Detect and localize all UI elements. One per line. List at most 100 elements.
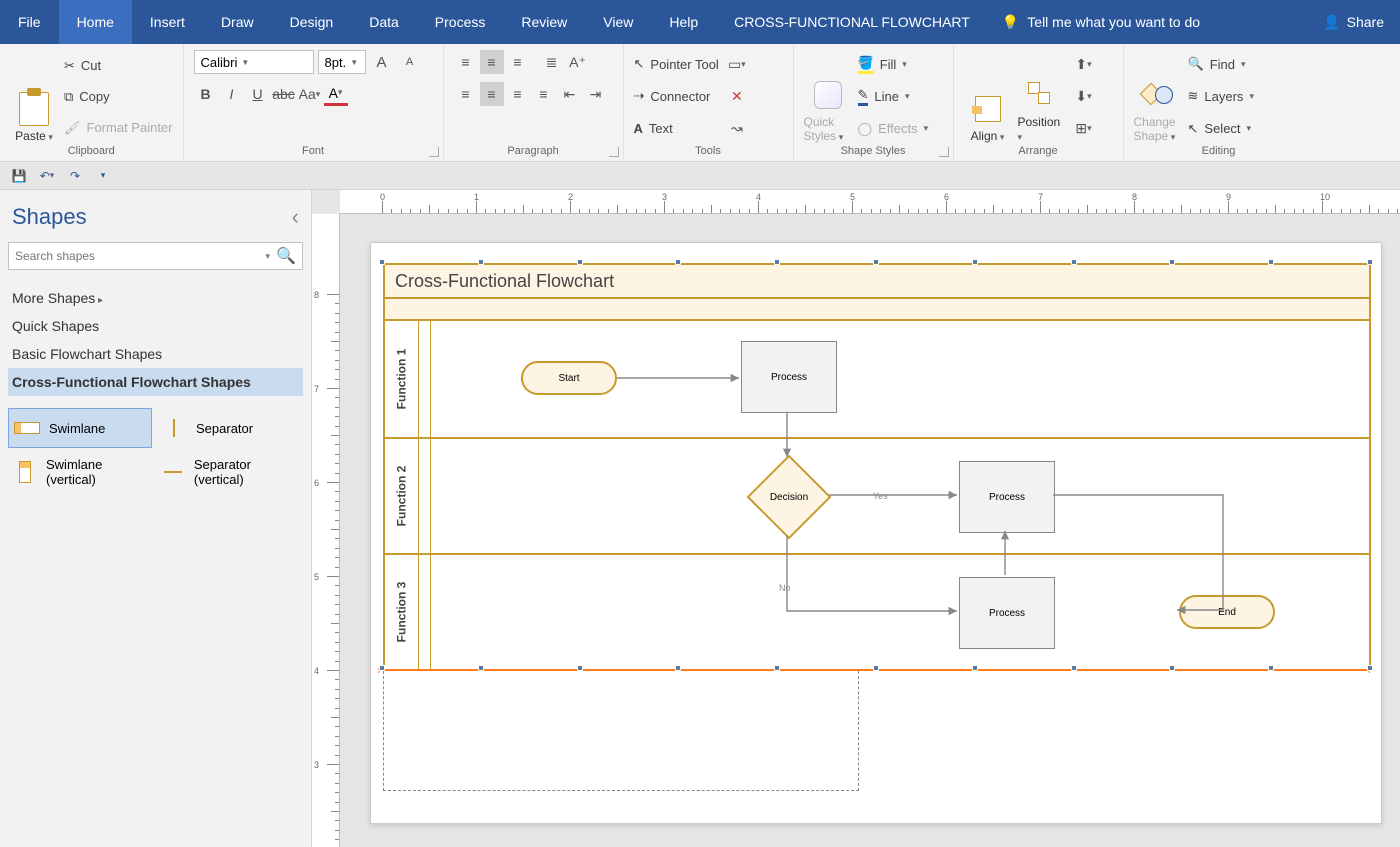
phase-bar[interactable] (383, 299, 1371, 321)
decrease-indent-button[interactable]: ⇤ (558, 82, 582, 106)
selection-handle[interactable] (1071, 665, 1077, 671)
drawing-canvas[interactable]: 012345678910 876543 Cross-Functional Flo… (312, 190, 1400, 847)
send-back-button[interactable]: ⬇ (1072, 84, 1096, 108)
align-button[interactable]: Align (964, 50, 1012, 143)
basic-flowchart-item[interactable]: Basic Flowchart Shapes (8, 340, 303, 368)
fill-button[interactable]: 🪣Fill (858, 52, 929, 76)
cross-functional-item[interactable]: Cross-Functional Flowchart Shapes (8, 368, 303, 396)
lane-3[interactable]: Function 3 Process End No (385, 553, 1369, 669)
find-button[interactable]: 🔍Find (1188, 52, 1254, 76)
align-bottom-button[interactable]: ≡ (506, 50, 530, 74)
qat-customize-button[interactable]: ▾ (94, 167, 112, 185)
font-name-select[interactable]: Calibri▼ (194, 50, 314, 74)
share-button[interactable]: 👤 Share (1307, 0, 1400, 44)
shape-process-2[interactable]: Process (959, 461, 1055, 533)
tab-view[interactable]: View (585, 0, 651, 44)
copy-button[interactable]: ⧉Copy (64, 85, 173, 109)
stencil-separator[interactable]: Separator (156, 408, 300, 448)
paragraph-dialog-launcher[interactable] (609, 147, 619, 157)
grow-font-button[interactable]: A (370, 50, 394, 74)
tab-home[interactable]: Home (59, 0, 132, 44)
selection-handle[interactable] (873, 259, 879, 265)
align-middle-button[interactable]: ≡ (480, 50, 504, 74)
selection-handle[interactable] (379, 665, 385, 671)
selection-handle[interactable] (774, 665, 780, 671)
bullets-button[interactable]: ≣ (540, 50, 564, 74)
superscript-button[interactable]: A⁺ (566, 50, 590, 74)
bold-button[interactable]: B (194, 82, 218, 106)
justify-button[interactable]: ≡ (532, 82, 556, 106)
contextual-tab[interactable]: CROSS-FUNCTIONAL FLOWCHART (716, 0, 988, 44)
redo-button[interactable]: ↷ (66, 167, 84, 185)
align-right-button[interactable]: ≡ (506, 82, 530, 106)
stencil-swimlane-vertical[interactable]: Swimlane (vertical) (8, 452, 152, 492)
shape-start[interactable]: Start (521, 361, 617, 395)
change-shape-button[interactable]: Change Shape (1134, 50, 1182, 143)
position-button[interactable]: Position (1018, 50, 1066, 143)
drawing-page[interactable]: Cross-Functional Flowchart Function 1 St… (370, 242, 1382, 824)
search-icon[interactable]: 🔍 (270, 246, 296, 266)
selection-handle[interactable] (478, 259, 484, 265)
swimlane-title[interactable]: Cross-Functional Flowchart (383, 263, 1371, 299)
save-button[interactable]: 💾 (10, 167, 28, 185)
selection-handle[interactable] (675, 259, 681, 265)
selection-handle[interactable] (972, 259, 978, 265)
selection-handle[interactable] (1268, 259, 1274, 265)
tab-file[interactable]: File (0, 0, 59, 44)
freeform-tool-button[interactable]: ↝ (725, 117, 749, 141)
selection-handle[interactable] (675, 665, 681, 671)
align-center-button[interactable]: ≡ (480, 82, 504, 106)
shape-end[interactable]: End (1179, 595, 1275, 629)
selection-handle[interactable] (577, 665, 583, 671)
pointer-tool-button[interactable]: ↖Pointer Tool (634, 52, 719, 76)
more-shapes-item[interactable]: More Shapes (8, 284, 303, 312)
tell-me-search[interactable]: 💡 Tell me what you want to do (988, 0, 1214, 44)
tab-draw[interactable]: Draw (203, 0, 272, 44)
shape-process-1[interactable]: Process (741, 341, 837, 413)
case-button[interactable]: Aa (298, 82, 322, 106)
search-shapes-input[interactable]: Search shapes ▾ 🔍 (8, 242, 303, 270)
selection-handle[interactable] (1268, 665, 1274, 671)
connection-point-button[interactable]: ✕ (725, 84, 749, 108)
selection-handle[interactable] (1169, 665, 1175, 671)
group-button[interactable]: ⊞ (1072, 117, 1096, 141)
stencil-separator-vertical[interactable]: Separator (vertical) (156, 452, 300, 492)
tab-help[interactable]: Help (651, 0, 716, 44)
stencil-swimlane[interactable]: Swimlane (8, 408, 152, 448)
tab-data[interactable]: Data (351, 0, 417, 44)
collapse-panel-button[interactable]: ‹ (292, 204, 299, 230)
cut-button[interactable]: ✂Cut (64, 54, 173, 78)
undo-button[interactable]: ↶ (38, 167, 56, 185)
paste-button[interactable]: Paste (10, 50, 58, 143)
text-tool-button[interactable]: AText (634, 117, 719, 141)
swimlane-container[interactable]: Cross-Functional Flowchart Function 1 St… (383, 263, 1371, 671)
font-size-select[interactable]: 8pt.▼ (318, 50, 366, 74)
effects-button[interactable]: ◯Effects (858, 117, 929, 141)
selection-handle[interactable] (972, 665, 978, 671)
quick-styles-button[interactable]: Quick Styles (804, 50, 852, 143)
layers-button[interactable]: ≋Layers (1188, 84, 1254, 108)
font-dialog-launcher[interactable] (429, 147, 439, 157)
strike-button[interactable]: abc (272, 82, 296, 106)
selection-handle[interactable] (1169, 259, 1175, 265)
format-painter-button[interactable]: 🖌Format Painter (64, 116, 173, 140)
selection-handle[interactable] (379, 259, 385, 265)
selection-handle[interactable] (1367, 665, 1373, 671)
font-color-button[interactable]: A (324, 82, 348, 106)
selection-handle[interactable] (478, 665, 484, 671)
rectangle-tool-button[interactable]: ▭ (725, 52, 749, 76)
lane-1[interactable]: Function 1 Start Process (385, 321, 1369, 437)
selection-handle[interactable] (774, 259, 780, 265)
shape-process-3[interactable]: Process (959, 577, 1055, 649)
select-button[interactable]: ↖Select (1188, 117, 1254, 141)
line-button[interactable]: ✎Line (858, 84, 929, 108)
shrink-font-button[interactable]: A (398, 50, 422, 74)
align-top-button[interactable]: ≡ (454, 50, 478, 74)
selection-handle[interactable] (577, 259, 583, 265)
tab-design[interactable]: Design (272, 0, 352, 44)
shape-styles-dialog-launcher[interactable] (939, 147, 949, 157)
lane-2[interactable]: Function 2 Decision Process Yes (385, 437, 1369, 553)
quick-shapes-item[interactable]: Quick Shapes (8, 312, 303, 340)
underline-button[interactable]: U (246, 82, 270, 106)
connector-tool-button[interactable]: ⇢Connector (634, 84, 719, 108)
